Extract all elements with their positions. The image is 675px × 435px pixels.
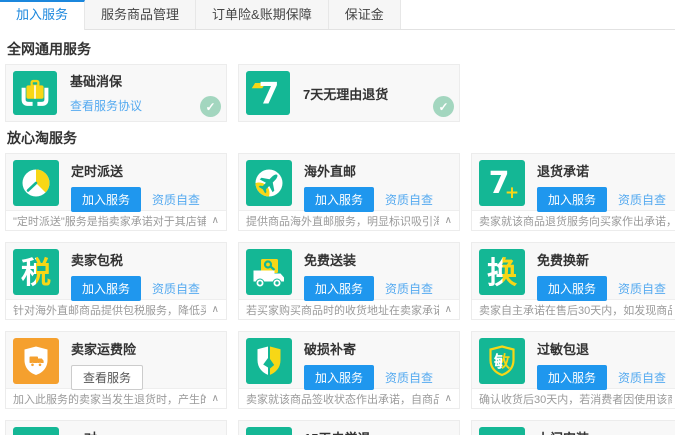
seller-tax-icon: 税 — [13, 249, 59, 295]
seven-day-return-icon: 7 — [246, 71, 290, 115]
service-description: 针对海外直邮商品提供包税服务，降低买家海淘... — [13, 302, 206, 318]
service-card-overseas-direct-mail: 海外直邮 加入服务 资质自查 提供商品海外直邮服务，明显标识吸引海淘买家... … — [238, 153, 460, 231]
join-service-button[interactable]: 加入服务 — [304, 276, 374, 301]
service-description: 若买家购买商品时的收货地址在卖家承诺的区域... — [246, 302, 439, 318]
svg-text:敏: 敏 — [493, 352, 511, 371]
service-title: 海外直邮 — [304, 161, 433, 180]
tab-service-product-management[interactable]: 服务商品管理 — [84, 0, 196, 29]
service-title: 15天未学退 — [304, 428, 370, 435]
svg-text:+: + — [505, 183, 519, 203]
service-title: 破损补寄 — [304, 339, 433, 358]
tab-bar: 加入服务 服务商品管理 订单险&账期保障 保证金 — [0, 0, 675, 30]
service-title: 免费送装 — [304, 250, 433, 269]
home-installation-icon — [479, 427, 525, 435]
general-card-title: 基础消保 — [70, 71, 142, 90]
tab-deposit[interactable]: 保证金 — [328, 0, 401, 29]
join-service-button[interactable]: 加入服务 — [304, 187, 374, 212]
join-service-button[interactable]: 加入服务 — [537, 365, 607, 390]
seller-shipping-insurance-icon — [13, 338, 59, 384]
view-service-agreement-link[interactable]: 查看服务协议 — [70, 97, 142, 114]
damage-reshipment-icon — [246, 338, 292, 384]
qualification-self-check-link[interactable]: 资质自查 — [152, 191, 200, 208]
view-service-button[interactable]: 查看服务 — [71, 365, 143, 390]
qualification-self-check-link[interactable]: 资质自查 — [385, 280, 433, 297]
qualification-self-check-link[interactable]: 资质自查 — [618, 369, 666, 386]
general-card-title: 7天无理由退货 — [303, 84, 388, 103]
service-title: 卖家包税 — [71, 250, 200, 269]
service-description: 卖家自主承诺在售后30天内，如发现商品出现... — [479, 302, 672, 318]
tab-order-insurance[interactable]: 订单险&账期保障 — [195, 0, 329, 29]
service-title: 上门安装 — [537, 428, 589, 435]
service-title: 免费换新 — [537, 250, 666, 269]
overseas-direct-mail-icon — [246, 160, 292, 206]
return-promise-icon: 7 + — [479, 160, 525, 206]
service-description: 卖家就该商品签收状态作出承诺，自商品签收之... — [246, 391, 439, 407]
service-title: 一对一 — [71, 428, 110, 435]
chevron-up-icon[interactable]: ∧ — [445, 304, 452, 315]
service-description: 确认收货后30天内，若消费者因使用该商品引... — [479, 391, 672, 407]
qualification-self-check-link[interactable]: 资质自查 — [152, 280, 200, 297]
one-on-one-icon: 1 1 — [13, 427, 59, 435]
qualification-self-check-link[interactable]: 资质自查 — [385, 369, 433, 386]
qualification-self-check-link[interactable]: 资质自查 — [385, 191, 433, 208]
joined-check-icon: ✓ — [200, 96, 221, 117]
general-services-row: 基础消保 查看服务协议 ✓ 7 7天无理由退货 ✓ — [5, 64, 675, 122]
service-description: 提供商品海外直邮服务，明显标识吸引海淘买家... — [246, 213, 439, 229]
svg-text:税: 税 — [21, 256, 51, 291]
join-service-button[interactable]: 加入服务 — [71, 187, 141, 212]
chevron-up-icon[interactable]: ∧ — [212, 215, 219, 226]
service-card-home-installation: 上门安装 — [471, 420, 675, 435]
service-card-free-delivery-install: 免费送装 加入服务 资质自查 若买家购买商品时的收货地址在卖家承诺的区域... … — [238, 242, 460, 320]
timed-delivery-icon — [13, 160, 59, 206]
service-card-timed-delivery: 定时派送 加入服务 资质自查 "定时派送"服务是指卖家承诺对于其店铺内含有"..… — [5, 153, 227, 231]
chevron-up-icon[interactable]: ∧ — [212, 393, 219, 404]
chevron-up-icon[interactable]: ∧ — [445, 393, 452, 404]
service-card-shipping-insurance: 卖家运费险 查看服务 加入此服务的卖家当发生退货时，产生的退货运... ∧ — [5, 331, 227, 409]
service-card-free-replacement: 换 免费换新 加入服务 资质自查 卖家自主承诺在售后30天内，如发现商品出现..… — [471, 242, 675, 320]
service-card-allergy-refund: 敏 过敏包退 加入服务 资质自查 确认收货后30天内，若消费者因使用该商品引..… — [471, 331, 675, 409]
fangxintao-services-grid: 定时派送 加入服务 资质自查 "定时派送"服务是指卖家承诺对于其店铺内含有"..… — [5, 153, 675, 435]
allergy-refund-icon: 敏 — [479, 338, 525, 384]
service-title: 退货承诺 — [537, 161, 666, 180]
tab-join-service[interactable]: 加入服务 — [0, 0, 85, 30]
service-card-one-on-one: 1 1 一对一 — [5, 420, 227, 435]
free-replacement-icon: 换 — [479, 249, 525, 295]
service-card-seller-tax: 税 卖家包税 加入服务 资质自查 针对海外直邮商品提供包税服务，降低买家海淘..… — [5, 242, 227, 320]
free-delivery-install-icon — [246, 249, 292, 295]
join-service-button[interactable]: 加入服务 — [537, 276, 607, 301]
study-refund-icon: 学 — [246, 427, 292, 435]
general-card-7day-return: 7 7天无理由退货 ✓ — [238, 64, 460, 122]
service-description: 卖家就该商品退货服务向买家作出承诺，自商品... — [479, 213, 672, 229]
service-title: 定时派送 — [71, 161, 200, 180]
basic-protection-icon — [13, 71, 57, 115]
qualification-self-check-link[interactable]: 资质自查 — [618, 280, 666, 297]
chevron-up-icon[interactable]: ∧ — [212, 304, 219, 315]
service-card-study-refund: 学 15天未学退 — [238, 420, 460, 435]
service-card-damage-reshipment: 破损补寄 加入服务 资质自查 卖家就该商品签收状态作出承诺，自商品签收之... … — [238, 331, 460, 409]
general-card-basic-protection: 基础消保 查看服务协议 ✓ — [5, 64, 227, 122]
section-title-fangxintao: 放心淘服务 — [7, 128, 673, 148]
svg-text:换: 换 — [487, 256, 518, 291]
qualification-self-check-link[interactable]: 资质自查 — [618, 191, 666, 208]
seller-service-page: 加入服务 服务商品管理 订单险&账期保障 保证金 全网通用服务 基础消保 — [0, 0, 675, 435]
service-card-return-promise: 7 + 退货承诺 加入服务 资质自查 卖家就该商品退货服务向买家作出承诺，自商品… — [471, 153, 675, 231]
service-title: 过敏包退 — [537, 339, 666, 358]
section-title-general: 全网通用服务 — [7, 39, 673, 59]
chevron-up-icon[interactable]: ∧ — [445, 215, 452, 226]
service-title: 卖家运费险 — [71, 339, 143, 358]
service-description: 加入此服务的卖家当发生退货时，产生的退货运... — [13, 391, 206, 407]
join-service-button[interactable]: 加入服务 — [304, 365, 374, 390]
joined-check-icon: ✓ — [433, 96, 454, 117]
join-service-button[interactable]: 加入服务 — [537, 187, 607, 212]
service-description: "定时派送"服务是指卖家承诺对于其店铺内含有"... — [13, 213, 206, 229]
svg-text:7: 7 — [259, 76, 280, 111]
join-service-button[interactable]: 加入服务 — [71, 276, 141, 301]
